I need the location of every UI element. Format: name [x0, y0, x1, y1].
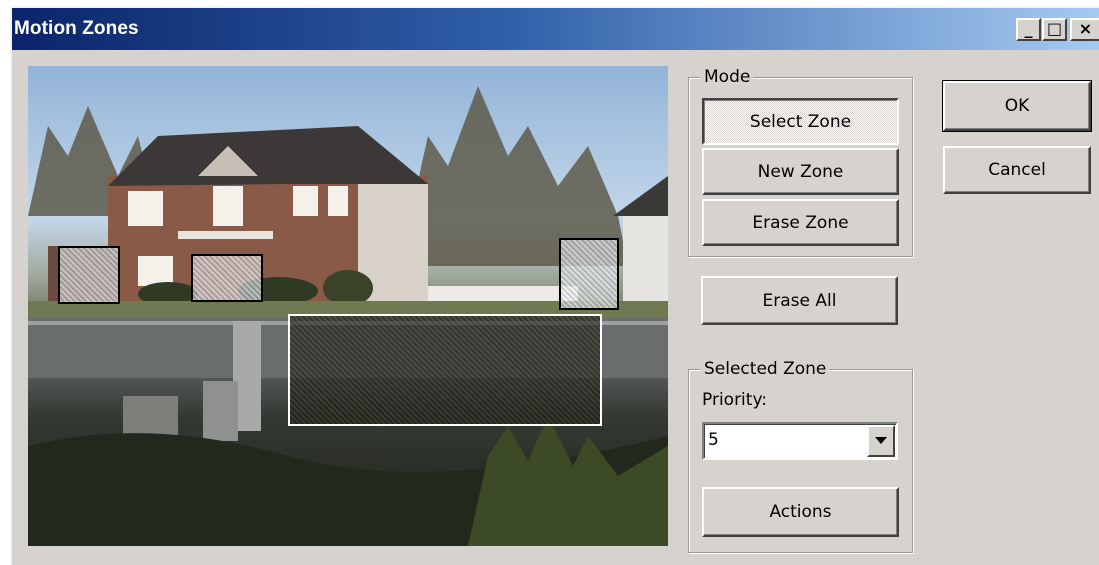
erase-all-button[interactable]: Erase All	[701, 276, 898, 325]
new-zone-button[interactable]: New Zone	[702, 148, 899, 195]
priority-dropdown[interactable]: 5	[702, 422, 898, 460]
priority-label: Priority:	[702, 390, 767, 410]
chevron-down-icon	[875, 437, 887, 444]
close-icon: ×	[1078, 19, 1093, 38]
cancel-button[interactable]: Cancel	[943, 146, 1091, 194]
actions-button[interactable]: Actions	[702, 487, 899, 537]
maximize-icon: □	[1046, 19, 1063, 38]
dropdown-button[interactable]	[867, 425, 895, 457]
window-title: Motion Zones	[14, 18, 139, 39]
camera-view[interactable]	[28, 66, 668, 546]
motion-zone[interactable]	[559, 238, 619, 310]
maximize-button[interactable]: □	[1042, 18, 1067, 41]
ok-button[interactable]: OK	[942, 80, 1092, 132]
close-button[interactable]: ×	[1070, 18, 1099, 41]
mode-group: Mode Select Zone New Zone Erase Zone	[688, 67, 913, 257]
erase-zone-button[interactable]: Erase Zone	[702, 199, 899, 246]
minimize-icon: _	[1024, 19, 1033, 38]
minimize-button[interactable]: _	[1016, 18, 1041, 41]
motion-zone[interactable]	[191, 254, 263, 302]
selected-zone-group: Selected Zone Priority: 5 Actions	[688, 359, 913, 553]
title-bar[interactable]: Motion Zones _ □ ×	[12, 8, 1099, 50]
priority-value: 5	[708, 430, 719, 450]
motion-zone[interactable]	[58, 246, 120, 304]
motion-zones-dialog: Motion Zones _ □ × Mode Select Zone New …	[10, 6, 1099, 565]
selected-zone-legend: Selected Zone	[701, 359, 830, 379]
select-zone-button[interactable]: Select Zone	[702, 98, 899, 145]
mode-legend: Mode	[701, 67, 754, 87]
dialog-client-area: Mode Select Zone New Zone Erase Zone Era…	[12, 50, 1099, 565]
selected-motion-zone[interactable]	[288, 314, 602, 426]
